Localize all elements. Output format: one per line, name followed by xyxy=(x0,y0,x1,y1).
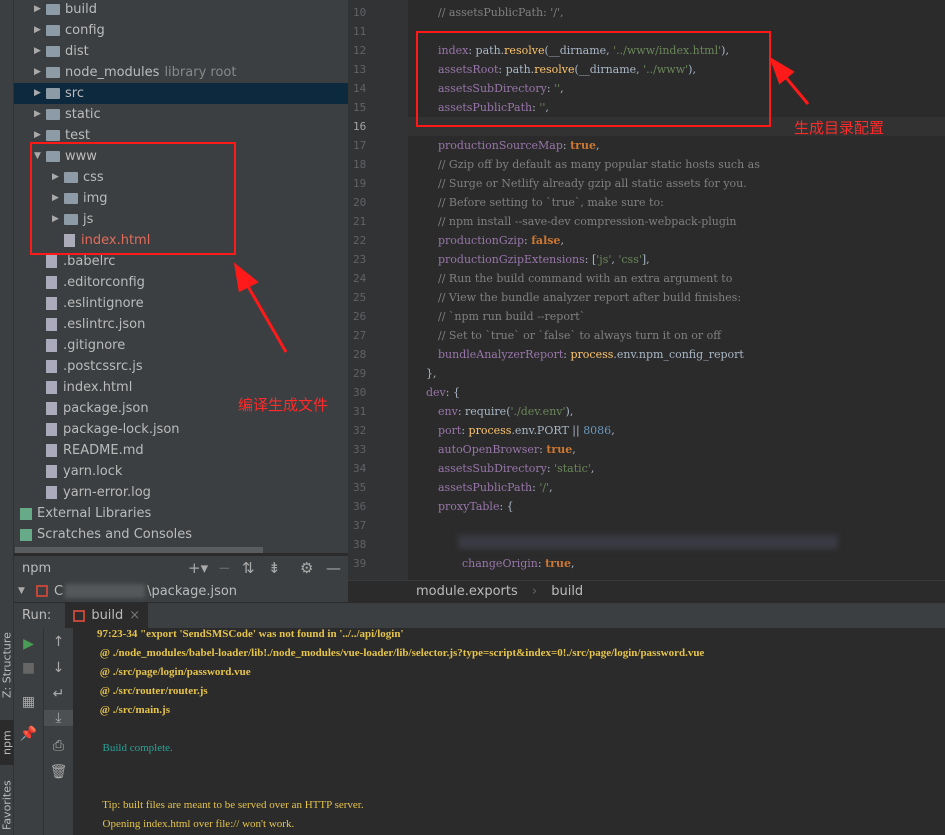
arrow-head xyxy=(769,56,795,85)
arrow-head xyxy=(233,262,259,293)
annotation-arrows xyxy=(233,56,810,353)
arrow-output xyxy=(240,275,288,353)
